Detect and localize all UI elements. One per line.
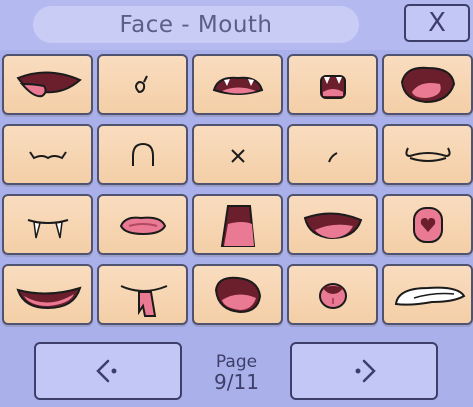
mouth-option-15[interactable] <box>382 194 473 255</box>
mouth-option-8[interactable] <box>192 124 283 185</box>
page-indicator: Page 9/11 <box>190 345 283 401</box>
mouth-x-icon <box>231 149 245 163</box>
mouth-option-5[interactable] <box>382 54 473 115</box>
mouth-option-3[interactable] <box>192 54 283 115</box>
mouth-small-line-icon <box>328 152 338 163</box>
page-number: 9/11 <box>214 370 259 395</box>
page-title: Face - Mouth <box>33 6 359 43</box>
mouth-pink-pout-icon <box>119 216 167 236</box>
mouth-option-19[interactable] <box>287 264 378 325</box>
next-page-button[interactable] <box>290 342 438 400</box>
chevron-right-icon <box>355 359 376 383</box>
mouth-option-2[interactable] <box>97 54 188 115</box>
mouth-option-20[interactable] <box>382 264 473 325</box>
mouth-tongue-out-icon <box>16 71 82 98</box>
prev-page-button[interactable] <box>34 342 182 400</box>
mouth-option-13[interactable] <box>192 194 283 255</box>
close-button[interactable]: X <box>404 4 470 42</box>
mouth-o-tongue-icon <box>319 283 347 309</box>
mouth-option-7[interactable] <box>97 124 188 185</box>
mouth-cat-smile-icon <box>29 151 67 160</box>
chevron-left-icon <box>96 359 117 383</box>
mouth-frown-arch-icon <box>132 142 154 166</box>
mouth-wide-open-icon <box>303 212 363 240</box>
mouth-option-11[interactable] <box>2 194 93 255</box>
mouth-tongue-tab-icon <box>120 285 168 317</box>
mouth-fang-grin-icon <box>212 76 264 95</box>
mouth-option-12[interactable] <box>97 194 188 255</box>
mouth-option-17[interactable] <box>97 264 188 325</box>
mouth-option-16[interactable] <box>2 264 93 325</box>
mouth-trapezoid-open-icon <box>220 205 256 247</box>
mouth-open-fangs-icon <box>320 75 346 99</box>
mouth-grid <box>0 54 473 327</box>
mouth-blob-open-icon <box>214 276 262 314</box>
mouth-option-1[interactable] <box>2 54 93 115</box>
mouth-flat-smile-icon <box>16 286 82 310</box>
mouth-heart-o-icon <box>413 207 443 243</box>
mouth-fangs-only-icon <box>27 219 69 239</box>
mouth-option-9[interactable] <box>287 124 378 185</box>
mouth-option-4[interactable] <box>287 54 378 115</box>
mouth-option-10[interactable] <box>382 124 473 185</box>
mouth-option-6[interactable] <box>2 124 93 185</box>
mouth-tiny-o-icon <box>135 75 148 94</box>
mouth-option-18[interactable] <box>192 264 283 325</box>
mouth-white-grin-icon <box>394 286 466 306</box>
mouth-big-shout-icon <box>400 66 456 104</box>
page-label: Page <box>215 351 258 372</box>
mouth-option-14[interactable] <box>287 194 378 255</box>
mouth-wavy-grin-icon <box>405 147 451 162</box>
